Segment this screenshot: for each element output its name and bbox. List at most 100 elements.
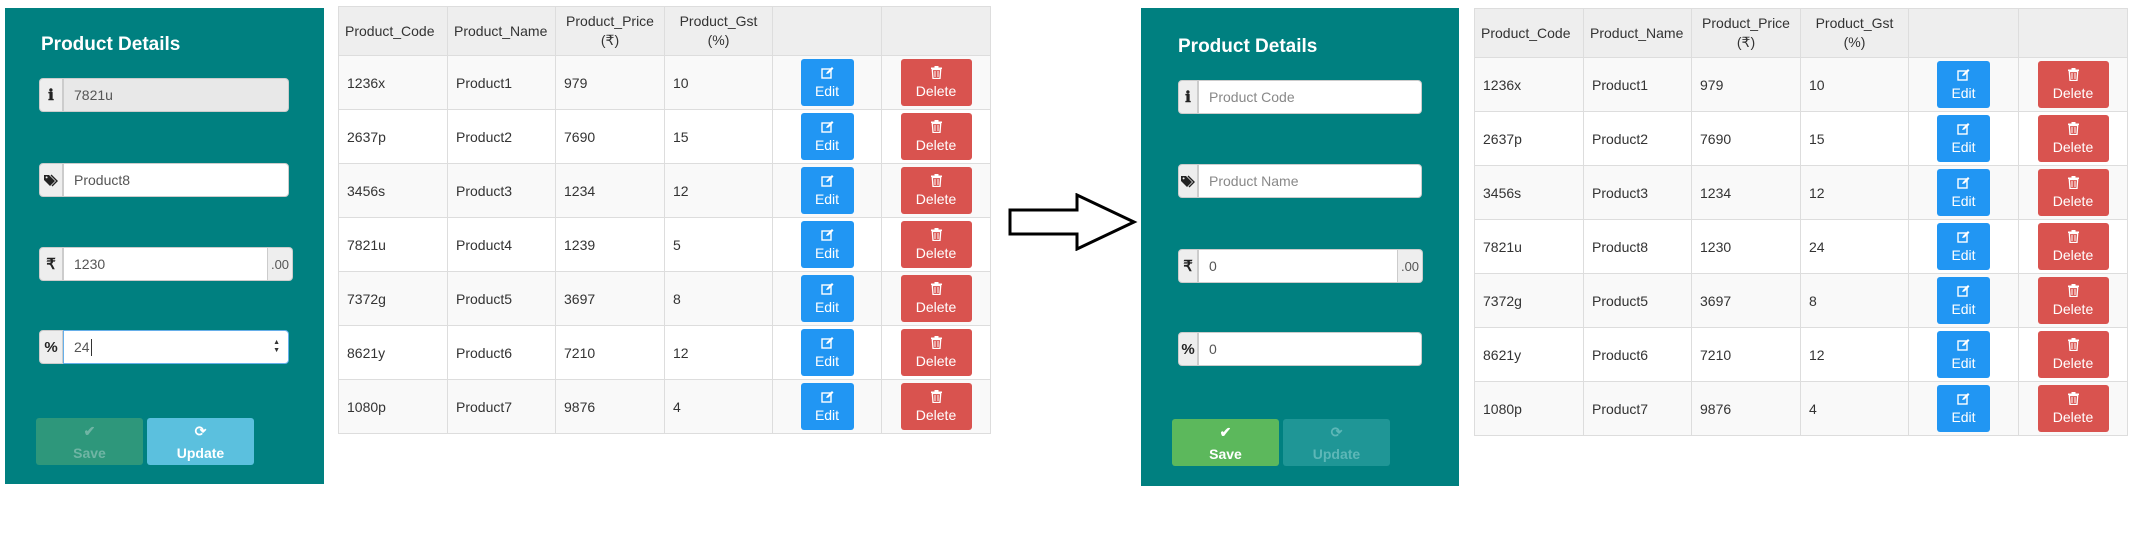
delete-button[interactable]: Delete xyxy=(900,113,972,160)
edit-cell: Edit xyxy=(772,379,882,434)
cell-product-gst: 8 xyxy=(1800,273,1909,328)
edit-button[interactable]: Edit xyxy=(800,167,854,214)
edit-button[interactable]: Edit xyxy=(1937,169,1990,216)
header-product-code: Product_Code xyxy=(1474,8,1584,58)
delete-button[interactable]: Delete xyxy=(2037,169,2109,216)
edit-label: Edit xyxy=(1951,355,1976,371)
gst-stepper[interactable]: ▲ ▼ xyxy=(273,339,280,355)
delete-label: Delete xyxy=(915,137,957,153)
cell-product-name: Product2 xyxy=(1583,111,1692,166)
edit-button[interactable]: Edit xyxy=(1937,277,1990,324)
panel-title-after: Product Details xyxy=(1178,36,1318,57)
product-price-input[interactable]: 1230 xyxy=(63,247,268,281)
delete-label: Delete xyxy=(915,353,957,369)
edit-cell: Edit xyxy=(772,325,882,380)
delete-cell: Delete xyxy=(2018,273,2128,328)
update-label-after: Update xyxy=(1312,445,1361,462)
product-price-input-after[interactable]: 0 xyxy=(1198,249,1398,283)
gst-value: 24 xyxy=(74,339,90,355)
cell-product-code: 1236x xyxy=(338,55,448,110)
rupee-icon: ₹ xyxy=(1178,249,1198,283)
save-button[interactable]: ✔ Save xyxy=(36,418,143,465)
edit-icon xyxy=(820,175,833,187)
delete-button[interactable]: Delete xyxy=(900,167,972,214)
edit-label: Edit xyxy=(1951,301,1976,317)
delete-button[interactable]: Delete xyxy=(2037,277,2109,324)
price-decimal-suffix-after: .00 xyxy=(1398,249,1423,283)
cell-product-name: Product7 xyxy=(447,379,556,434)
edit-icon xyxy=(820,283,833,295)
header-delete-column xyxy=(2018,8,2128,58)
product-gst-input[interactable]: 24 ▲ ▼ xyxy=(63,330,289,364)
edit-label: Edit xyxy=(1951,139,1976,155)
cell-product-price: 1234 xyxy=(1691,165,1801,220)
delete-button[interactable]: Delete xyxy=(2037,61,2109,108)
edit-label: Edit xyxy=(814,137,840,153)
update-button-after[interactable]: ⟳ Update xyxy=(1283,419,1390,466)
delete-button[interactable]: Delete xyxy=(2037,385,2109,432)
product-name-input[interactable]: Product8 xyxy=(63,163,289,197)
delete-label: Delete xyxy=(915,407,957,423)
delete-label: Delete xyxy=(915,245,957,261)
edit-button[interactable]: Edit xyxy=(1937,385,1990,432)
panel-title: Product Details xyxy=(41,34,181,55)
edit-button[interactable]: Edit xyxy=(1937,61,1990,108)
edit-cell: Edit xyxy=(772,109,882,164)
edit-cell: Edit xyxy=(772,217,882,272)
trash-icon xyxy=(930,282,942,295)
delete-label: Delete xyxy=(2052,409,2094,425)
delete-button[interactable]: Delete xyxy=(2037,115,2109,162)
edit-button[interactable]: Edit xyxy=(1937,331,1990,378)
edit-button[interactable]: Edit xyxy=(800,113,854,160)
cell-product-price: 9876 xyxy=(1691,381,1801,436)
edit-button[interactable]: Edit xyxy=(1937,115,1990,162)
edit-button[interactable]: Edit xyxy=(800,221,854,268)
delete-button[interactable]: Delete xyxy=(2037,331,2109,378)
trash-icon xyxy=(930,336,942,349)
cell-product-price: 979 xyxy=(1691,57,1801,112)
price-decimal-suffix: .00 xyxy=(268,247,293,281)
table-row: 2637p Product2 7690 15 Edit Delete xyxy=(1474,111,2128,166)
edit-button[interactable]: Edit xyxy=(1937,223,1990,270)
product-code-input-after[interactable]: Product Code xyxy=(1198,80,1422,114)
cell-product-code: 7372g xyxy=(1474,273,1584,328)
table-header-row: Product_Code Product_Name Product_Price … xyxy=(338,6,991,56)
edit-cell: Edit xyxy=(1908,165,2019,220)
edit-cell: Edit xyxy=(1908,111,2019,166)
product-code-input[interactable]: 7821u xyxy=(63,78,289,112)
cell-product-gst: 5 xyxy=(664,217,773,272)
product-code-placeholder: Product Code xyxy=(1209,89,1295,105)
check-icon: ✔ xyxy=(83,422,96,439)
table-row: 7821u Product4 1239 5 Edit Delete xyxy=(338,217,991,272)
edit-label: Edit xyxy=(814,191,840,207)
delete-button[interactable]: Delete xyxy=(900,329,972,376)
delete-button[interactable]: Delete xyxy=(900,383,972,430)
cell-product-name: Product2 xyxy=(447,109,556,164)
cell-product-name: Product3 xyxy=(447,163,556,218)
cell-product-code: 7821u xyxy=(1474,219,1584,274)
delete-button[interactable]: Delete xyxy=(900,59,972,106)
delete-button[interactable]: Delete xyxy=(900,275,972,322)
edit-button[interactable]: Edit xyxy=(800,383,854,430)
edit-button[interactable]: Edit xyxy=(800,329,854,376)
cell-product-gst: 12 xyxy=(1800,327,1909,382)
update-button[interactable]: ⟳ Update xyxy=(147,418,254,465)
edit-cell: Edit xyxy=(772,271,882,326)
table-row: 7372g Product5 3697 8 Edit Delete xyxy=(338,271,991,326)
edit-button[interactable]: Edit xyxy=(800,275,854,322)
delete-button[interactable]: Delete xyxy=(900,221,972,268)
cell-product-code: 8621y xyxy=(1474,327,1584,382)
delete-button[interactable]: Delete xyxy=(2037,223,2109,270)
product-gst-input-after[interactable]: 0 xyxy=(1198,332,1422,366)
product-name-input-after[interactable]: Product Name xyxy=(1198,164,1422,198)
cell-product-price: 3697 xyxy=(1691,273,1801,328)
header-edit-column xyxy=(1908,8,2019,58)
cell-product-gst: 12 xyxy=(664,325,773,380)
edit-button[interactable]: Edit xyxy=(800,59,854,106)
cell-product-gst: 15 xyxy=(1800,111,1909,166)
cell-product-name: Product6 xyxy=(1583,327,1692,382)
cell-product-name: Product3 xyxy=(1583,165,1692,220)
save-button-after[interactable]: ✔ Save xyxy=(1172,419,1279,466)
delete-label: Delete xyxy=(2052,85,2094,101)
text-caret xyxy=(90,338,92,356)
